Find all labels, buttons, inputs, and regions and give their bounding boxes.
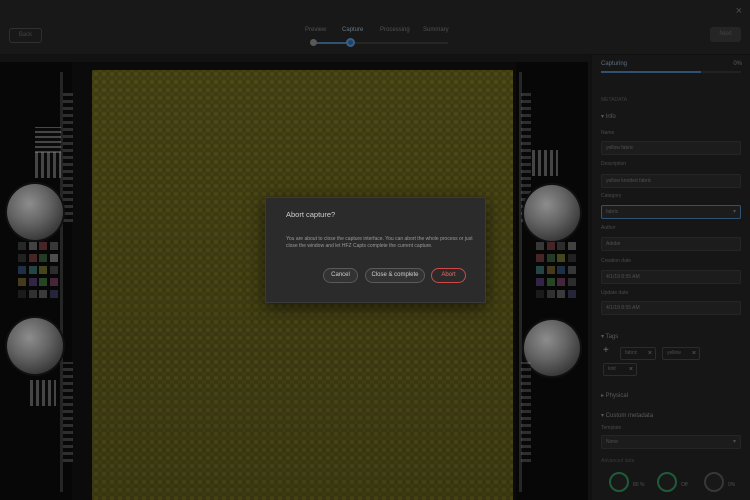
capture-app: × Back Preview Capture Processing Summar…	[0, 0, 750, 500]
chevron-down-icon: ▾	[732, 209, 736, 215]
category-value: fabric	[606, 209, 619, 215]
update-date-label: Update date	[601, 290, 629, 296]
wizard-steps: Preview Capture Processing Summary	[300, 27, 460, 47]
color-checker	[18, 242, 58, 300]
name-label: Name	[601, 130, 615, 136]
step-processing-label[interactable]: Processing	[380, 27, 410, 33]
tag-chip: fabric ×	[620, 347, 656, 360]
name-field[interactable]: yellow fabric	[601, 141, 741, 155]
calibration-sphere	[7, 184, 63, 240]
abort-capture-dialog: Abort capture? You are about to close th…	[265, 197, 486, 303]
category-select[interactable]: fabric ▾	[601, 205, 741, 219]
advanced-data-label: Advanced data	[601, 458, 635, 464]
qr-code-icon	[532, 150, 558, 176]
remove-tag-icon[interactable]: ×	[629, 364, 633, 375]
step-summary-label[interactable]: Summary	[423, 27, 449, 33]
calibration-sphere	[524, 320, 580, 376]
step-capture-label[interactable]: Capture	[342, 27, 363, 33]
cancel-button[interactable]: Cancel	[323, 268, 358, 283]
template-label: Template	[601, 425, 622, 431]
update-date-field[interactable]: 4/1/19 8:55 AM	[601, 301, 741, 315]
close-complete-button[interactable]: Close & complete	[365, 268, 425, 283]
creation-date-field[interactable]: 4/1/19 8:55 AM	[601, 270, 741, 284]
remove-tag-icon[interactable]: ×	[692, 348, 696, 359]
qr-code-icon	[35, 152, 61, 178]
mic-icon[interactable]	[657, 472, 677, 492]
description-label: Description	[601, 161, 627, 167]
calibration-target-left	[0, 62, 73, 500]
print-icon[interactable]	[704, 472, 724, 492]
close-window-icon[interactable]: ×	[736, 5, 742, 17]
add-tag-icon[interactable]: +	[603, 345, 609, 356]
tag-label: fabric	[625, 350, 638, 356]
tag-label: yellow	[667, 350, 681, 356]
next-button[interactable]: Next	[710, 27, 741, 42]
calibration-sphere	[7, 318, 63, 374]
tag-chip: yellow ×	[662, 347, 700, 360]
tag-chip: knit ×	[603, 363, 637, 376]
tag-label: knit	[608, 366, 616, 372]
capturing-tab[interactable]: Capturing	[601, 61, 627, 67]
template-value: None	[606, 439, 618, 445]
capture-progress-value: 0%	[733, 61, 742, 67]
dialog-message: You are about to close the capture inter…	[286, 236, 473, 249]
category-label: Category	[601, 193, 622, 199]
back-button[interactable]: Back	[9, 28, 42, 43]
calibration-sphere	[524, 185, 580, 241]
chevron-down-icon: ▾	[732, 439, 736, 445]
light-icon[interactable]	[609, 472, 629, 492]
light-value: 80 %	[633, 482, 645, 488]
mic-value: Off	[681, 482, 688, 488]
physical-section-toggle[interactable]: ▸ Physical	[601, 392, 628, 399]
description-field[interactable]: yellow knotted fabric	[601, 174, 741, 188]
step-capture-dot[interactable]	[346, 38, 355, 47]
tags-section-toggle[interactable]: ▾ Tags	[601, 333, 618, 340]
qr-code-icon	[30, 380, 56, 406]
color-checker	[536, 242, 576, 300]
dialog-title: Abort capture?	[286, 210, 336, 219]
step-preview-dot[interactable]	[310, 39, 317, 46]
metadata-heading: METADATA	[601, 97, 628, 103]
author-label: Author	[601, 225, 616, 231]
info-section-toggle[interactable]: ▾ Info	[601, 113, 616, 120]
step-preview-label[interactable]: Preview	[305, 27, 326, 33]
template-select[interactable]: None ▾	[601, 435, 741, 449]
metadata-panel: Capturing 0% METADATA ▾ Info Name yellow…	[591, 55, 750, 500]
top-bar: × Back Preview Capture Processing Summar…	[0, 0, 750, 55]
remove-tag-icon[interactable]: ×	[648, 348, 652, 359]
print-value: 0%	[728, 482, 736, 488]
abort-button[interactable]: Abort	[431, 268, 466, 283]
capture-progress-bar	[601, 71, 701, 73]
creation-date-label: Creation date	[601, 258, 632, 264]
author-field[interactable]: Adobe	[601, 237, 741, 251]
calibration-target-right	[516, 62, 588, 500]
custom-metadata-toggle[interactable]: ▾ Custom metadata	[601, 412, 653, 419]
